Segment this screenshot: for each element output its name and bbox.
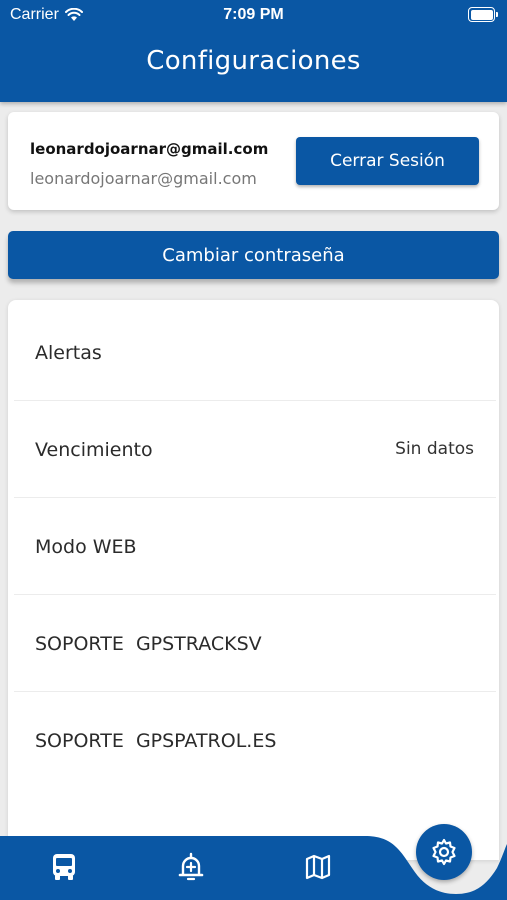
settings-item-label: SOPORTE GPSTRACKSV [35,633,262,655]
alert-add-icon[interactable] [176,852,206,882]
settings-item-label: Alertas [35,342,102,364]
bottom-navigation [0,824,507,900]
page-title: Configuraciones [146,46,361,76]
bus-icon[interactable] [49,852,79,882]
settings-list: Alertas Vencimiento Sin datos Modo WEB S… [8,300,499,860]
settings-item-support-gpspatrol[interactable]: SOPORTE GPSPATROL.ES [14,692,496,789]
logout-button[interactable]: Cerrar Sesión [296,137,479,185]
settings-gear-icon[interactable] [416,824,472,880]
settings-item-expiration[interactable]: Vencimiento Sin datos [14,401,496,498]
status-bar: Carrier 7:09 PM [0,0,507,30]
account-email-secondary: leonardojoarnar@gmail.com [30,169,257,188]
account-email-primary: leonardojoarnar@gmail.com [30,140,269,158]
status-time: 7:09 PM [223,6,284,23]
account-card: leonardojoarnar@gmail.com leonardojoarna… [8,112,499,210]
settings-item-label: SOPORTE GPSPATROL.ES [35,730,277,752]
battery-icon [468,7,498,22]
settings-item-alerts[interactable]: Alertas [14,304,496,401]
settings-item-label: Modo WEB [35,536,137,558]
settings-item-value: Sin datos [395,439,474,459]
change-password-button[interactable]: Cambiar contraseña [8,231,499,279]
map-icon[interactable] [303,852,333,882]
settings-item-web-mode[interactable]: Modo WEB [14,498,496,595]
app-header: Carrier 7:09 PM Configuraciones [0,0,507,102]
settings-item-support-gpstracksv[interactable]: SOPORTE GPSTRACKSV [14,595,496,692]
settings-item-label: Vencimiento [35,439,153,461]
